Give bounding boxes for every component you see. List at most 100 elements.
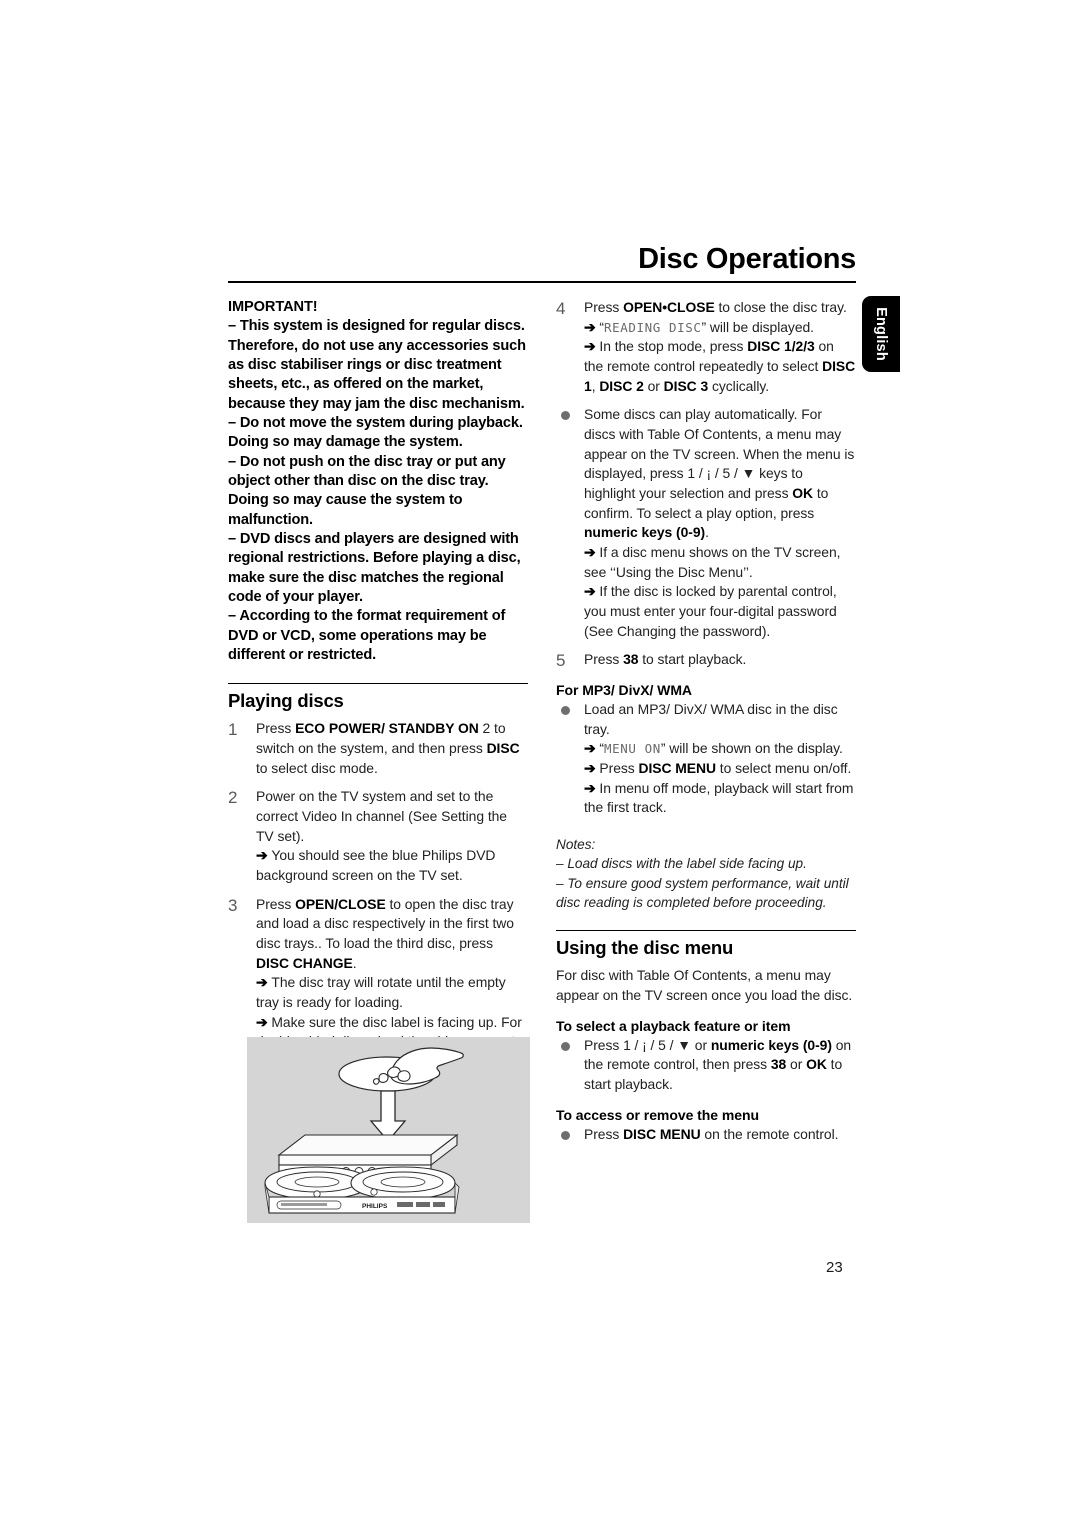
dash-marker: – — [228, 414, 240, 431]
language-tab-label: English — [873, 307, 889, 361]
text-run: In menu off mode, playback will start fr… — [584, 779, 854, 816]
text-run: ” will be displayed. — [701, 318, 815, 335]
section-heading-playing-discs: Playing discs — [228, 690, 344, 712]
step-text: Press OPEN•CLOSE to close the disc tray. — [584, 299, 847, 315]
step-text: Press ECO POWER/ STANDBY ON 2 to switch … — [256, 720, 520, 775]
numbered-step: 1 Press ECO POWER/ STANDBY ON 2 to switch… — [228, 719, 528, 778]
display-readout-text: READING DISC — [603, 319, 702, 335]
step-text: Load an MP3/ DivX/ WMA disc in the disc … — [584, 701, 838, 737]
text-run: to select disc mode. — [256, 759, 378, 776]
step-text: Press 38 to start playback. — [584, 651, 746, 667]
step-text: Press OPEN/CLOSE to open the disc tray a… — [256, 896, 514, 971]
step-number: 4 — [556, 299, 566, 318]
language-tab: English — [862, 296, 900, 372]
bullet-item: Load an MP3/ DivX/ WMA disc in the disc … — [556, 700, 856, 818]
important-item-text: Do not push on the disc tray or put any … — [228, 453, 506, 528]
text-run: Press 1 / ¡ / 5 / ▼ or — [584, 1036, 711, 1053]
emphasised-term: DISC 3 — [663, 377, 709, 394]
text-run: Load an MP3/ DivX/ WMA disc in the disc … — [584, 701, 838, 737]
dash-marker: – — [228, 608, 240, 625]
section-divider-disc-menu — [556, 930, 856, 932]
title-divider — [228, 281, 856, 284]
important-item: – Do not push on the disc tray or put an… — [228, 453, 528, 530]
important-item: – DVD discs and players are designed wit… — [228, 530, 528, 607]
numbered-step: 2 Power on the TV system and set to the c… — [228, 787, 528, 885]
bullet-marker-icon — [561, 1130, 570, 1140]
bullet-item: Press DISC MENU on the remote control. — [556, 1125, 856, 1145]
right-arrow-icon: ➔ — [584, 583, 600, 600]
text-run: Press — [584, 651, 624, 668]
dash-marker: – — [228, 530, 240, 547]
important-item-text: This system is designed for regular disc… — [228, 318, 526, 412]
arrow-note: ➔ The disc tray will rotate until the em… — [256, 973, 528, 1012]
text-run: Press — [256, 895, 296, 912]
emphasised-term: numeric keys (0-9) — [710, 1036, 832, 1053]
display-readout-text: MENU ON — [603, 741, 661, 757]
text-run: Power on the TV system and set to the co… — [256, 788, 507, 844]
step-number: 3 — [228, 895, 238, 915]
step-number: 5 — [556, 651, 566, 671]
notes-list: – Load discs with the label side facing … — [556, 854, 856, 912]
bullet-marker-icon — [561, 706, 570, 716]
playback-feature-heading: To select a playback feature or item — [556, 1017, 791, 1034]
manual-page: Disc Operations English IMPORTANT! – Thi… — [0, 0, 1080, 1528]
access-menu-heading: To access or remove the menu — [556, 1106, 759, 1123]
playing-discs-steps: 1 Press ECO POWER/ STANDBY ON 2 to switch… — [228, 719, 528, 1071]
right-column: 4 Press OPEN•CLOSE to close the disc tray… — [556, 298, 856, 1153]
important-heading: IMPORTANT! — [228, 299, 318, 315]
playback-feature-bullet: Press 1 / ¡ / 5 / ▼ or numeric keys (0-9… — [556, 1036, 856, 1095]
text-run: or — [786, 1056, 807, 1073]
text-run: ” will be shown on the display. — [660, 740, 843, 757]
mp3-bullet: Load an MP3/ DivX/ WMA disc in the disc … — [556, 700, 856, 818]
emphasised-term: 38 — [623, 651, 639, 668]
right-arrow-icon: ➔ — [584, 779, 600, 796]
arrow-note: ➔ If a disc menu shows on the TV screen,… — [584, 543, 856, 582]
important-list: – This system is designed for regular di… — [228, 317, 528, 665]
notes-block: Notes: – Load discs with the label side … — [556, 835, 856, 912]
right-arrow-icon: ➔ — [256, 847, 272, 864]
emphasised-term: DISC MENU — [638, 760, 716, 777]
important-item-text: Do not move the system during playback. … — [228, 414, 523, 451]
bullet-marker-icon — [561, 1041, 570, 1051]
arrow-note: ➔ Press DISC MENU to select menu on/off. — [584, 759, 856, 779]
right-arrow-icon: ➔ — [584, 740, 600, 757]
right-arrow-icon: ➔ — [256, 1013, 272, 1030]
emphasised-term: OPEN/CLOSE — [295, 895, 386, 912]
text-run: 2 — [478, 720, 491, 737]
illustration-artwork: PHILIPS — [247, 1037, 530, 1223]
dash-marker: – — [228, 318, 240, 335]
text-run: The disc tray will rotate until the empt… — [256, 974, 506, 1010]
right-arrow-icon: ➔ — [584, 760, 600, 777]
emphasised-term: DISC — [486, 739, 520, 756]
section-heading-disc-menu: Using the disc menu — [556, 937, 734, 959]
auto-play-bullet: Some discs can play automatically. For d… — [556, 405, 856, 641]
emphasised-term: OK — [806, 1056, 827, 1073]
text-run: cyclically. — [708, 377, 770, 394]
page-number: 23 — [826, 1259, 843, 1276]
text-run: on the remote control. — [700, 1125, 839, 1142]
text-run: . — [352, 954, 357, 971]
right-arrow-icon: ➔ — [584, 318, 600, 335]
emphasised-term: numeric keys (0-9) — [584, 524, 706, 541]
section-divider-playing-discs — [228, 683, 528, 685]
text-run: Press — [599, 760, 639, 777]
text-run: to close the disc tray. — [714, 299, 847, 315]
important-item-text: DVD discs and players are designed with … — [228, 530, 521, 605]
philips-brand-label: PHILIPS — [362, 1203, 388, 1210]
dash-marker: – — [228, 453, 240, 470]
emphasised-term: DISC 1/2/3 — [747, 338, 815, 355]
numbered-step: 4 Press OPEN•CLOSE to close the disc tray… — [556, 298, 856, 396]
emphasised-term: OK — [792, 485, 814, 502]
step-number: 1 — [228, 720, 238, 740]
right-arrow-icon: ➔ — [584, 338, 600, 355]
text-run: to select menu on/off. — [715, 760, 852, 777]
mp3-heading: For MP3/ DivX/ WMA — [556, 682, 692, 699]
step-number: 2 — [228, 788, 238, 808]
important-item: – Do not move the system during playback… — [228, 414, 528, 453]
arrow-note: ➔ If the disc is locked by parental cont… — [584, 582, 856, 641]
emphasised-term: OPEN•CLOSE — [623, 299, 715, 315]
emphasised-term: ECO POWER/ STANDBY ON — [295, 720, 479, 737]
emphasised-term: DISC 2 — [599, 377, 644, 394]
bullet-item: Press 1 / ¡ / 5 / ▼ or numeric keys (0-9… — [556, 1036, 856, 1095]
step-5: 5 Press 38 to start playback. — [556, 650, 856, 670]
